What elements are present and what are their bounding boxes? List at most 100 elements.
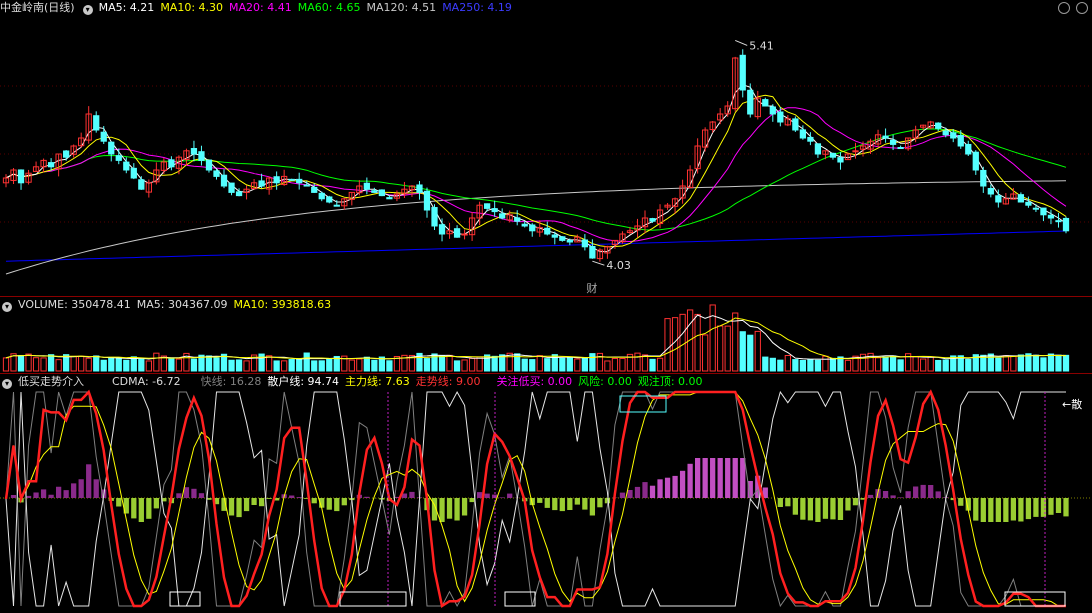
high-label: 5.41 [749,39,774,52]
candle-body [318,192,325,200]
hist-bar [627,490,633,498]
candle-body [777,111,784,123]
candle-body [972,151,979,171]
hist-bar [55,486,62,498]
hist-bar [634,486,641,498]
candle-body [228,182,235,193]
candle-body [799,129,807,139]
volume-bar [762,356,769,372]
candle-body [889,139,897,145]
hist-bar [905,491,911,498]
hist-bar [1018,498,1024,522]
volume-bar [965,358,972,372]
hist-bar [935,491,941,498]
volume-bar [874,357,882,372]
hist-bar [1025,498,1032,520]
hist-bar [243,498,250,512]
hist-bar [852,498,859,506]
sanhu-tag: ←散 [1062,397,1082,411]
volume-bar [784,355,791,372]
hist-bar [251,498,257,505]
candle-body [138,179,145,190]
candle-body [93,115,100,131]
hist-bar [198,493,205,498]
volume-bar [544,358,551,372]
volume-bar [205,355,213,372]
volume-bar [521,358,528,372]
candle-body [491,208,498,213]
volume-bar [175,358,183,372]
volume-bar [356,358,363,372]
hist-bar [574,498,580,505]
volume-bar [363,356,370,372]
hist-bar [228,498,235,516]
hist-bar [559,498,565,512]
volume-bar [446,354,453,372]
hist-bar [552,498,558,511]
hist-bar [672,475,678,498]
volume-bar [611,357,619,372]
volume-bar [2,357,10,372]
hist-bar [311,498,317,504]
hist-bar [702,458,708,498]
hist-bar [191,488,197,498]
volume-bar [453,360,461,372]
candle-body [190,148,198,155]
candle-body [529,224,536,232]
volume-bar [70,355,77,372]
volume-bar [799,359,807,372]
candle-body [220,174,228,187]
hist-bar [153,498,159,509]
hist-bar [845,498,851,511]
volume-bar [123,359,130,372]
volume-bar [461,359,468,372]
hist-bar [537,498,543,503]
candle-body [1040,207,1047,216]
volume-bar [386,360,393,372]
hist-bar [409,491,415,498]
volume-bar [769,357,776,372]
candle-body [47,162,55,168]
candle-body [484,203,491,209]
volume-bar [814,359,822,372]
hist-bar [484,493,490,498]
volume-bar [348,359,355,372]
low-pointer [592,260,605,266]
candle-body [1055,220,1062,223]
hist-bar [980,498,986,522]
hist-bar [988,498,994,522]
volume-bar [792,359,799,372]
volume-bar [40,357,47,372]
hist-bar [289,495,295,498]
candle-body [235,191,243,197]
volume-bar [190,358,198,372]
volume-bar [476,356,483,372]
volume-bar [987,353,994,372]
volume-bar [897,359,904,372]
volume-bar [138,358,145,372]
ma60-line [5,128,1067,231]
ma250-line [5,230,1067,262]
buy-box [169,591,201,607]
candle-body [108,141,115,155]
volume-bar [371,359,378,372]
candle-body [589,245,596,259]
hist-bar [1048,498,1054,515]
volume-bar [100,359,107,372]
hist-bar [236,498,242,518]
hist-bar [446,498,453,519]
hist-bar [619,492,626,498]
candle-body [965,143,972,155]
hist-bar [995,498,1001,522]
hist-bar [131,498,137,519]
candle-body [17,169,25,184]
candle-body [499,213,506,219]
vol-ma5-line [5,314,1067,360]
volume-bar [311,360,318,372]
volume-bar [1032,354,1040,372]
hist-bar [664,477,671,498]
candle-body [386,197,393,200]
hist-bar [567,498,573,510]
volume-bar [747,334,754,372]
volume-bar [717,325,724,372]
